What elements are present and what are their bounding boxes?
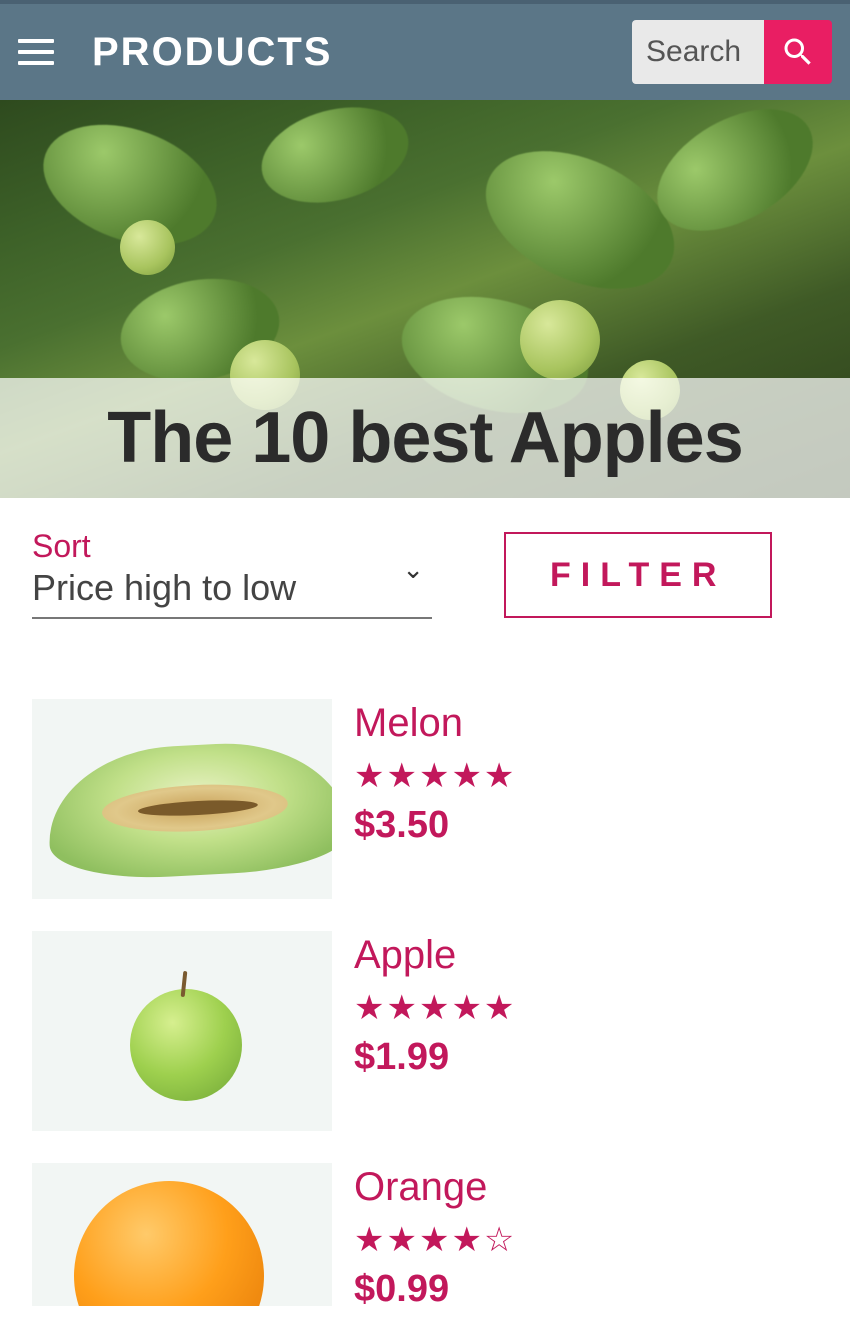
product-thumbnail <box>32 699 332 899</box>
product-name: Orange <box>354 1165 516 1210</box>
product-info: Apple ★★★★★ $1.99 <box>354 931 516 1131</box>
product-thumbnail <box>32 931 332 1131</box>
search-input[interactable] <box>632 20 764 84</box>
hero-heading: The 10 best Apples <box>107 397 743 479</box>
search-box <box>632 20 832 84</box>
list-controls: Sort Price high to low ⌄ FILTER <box>0 498 850 619</box>
sort-value: Price high to low <box>32 567 432 609</box>
product-name: Apple <box>354 933 516 978</box>
product-info: Orange ★★★★☆ $0.99 <box>354 1163 516 1311</box>
search-icon <box>780 34 816 70</box>
product-price: $1.99 <box>354 1036 516 1079</box>
product-list: Melon ★★★★★ $3.50 Apple ★★★★★ $1.99 Oran… <box>0 619 850 1311</box>
product-thumbnail <box>32 1163 332 1306</box>
list-item[interactable]: Orange ★★★★☆ $0.99 <box>32 1163 818 1311</box>
sort-label: Sort <box>32 528 432 565</box>
product-price: $0.99 <box>354 1268 516 1311</box>
product-info: Melon ★★★★★ $3.50 <box>354 699 516 899</box>
product-rating: ★★★★☆ <box>354 1220 516 1260</box>
menu-icon[interactable] <box>18 32 58 72</box>
search-button[interactable] <box>764 20 832 84</box>
filter-button[interactable]: FILTER <box>504 532 772 618</box>
product-name: Melon <box>354 701 516 746</box>
list-item[interactable]: Apple ★★★★★ $1.99 <box>32 931 818 1131</box>
product-price: $3.50 <box>354 804 516 847</box>
page-title: PRODUCTS <box>92 30 632 75</box>
sort-dropdown[interactable]: Sort Price high to low ⌄ <box>32 528 432 619</box>
product-rating: ★★★★★ <box>354 756 516 796</box>
chevron-down-icon: ⌄ <box>402 554 424 585</box>
hero-banner: The 10 best Apples <box>0 100 850 498</box>
hero-title-bar: The 10 best Apples <box>0 378 850 498</box>
app-header: PRODUCTS <box>0 0 850 100</box>
list-item[interactable]: Melon ★★★★★ $3.50 <box>32 699 818 899</box>
product-rating: ★★★★★ <box>354 988 516 1028</box>
